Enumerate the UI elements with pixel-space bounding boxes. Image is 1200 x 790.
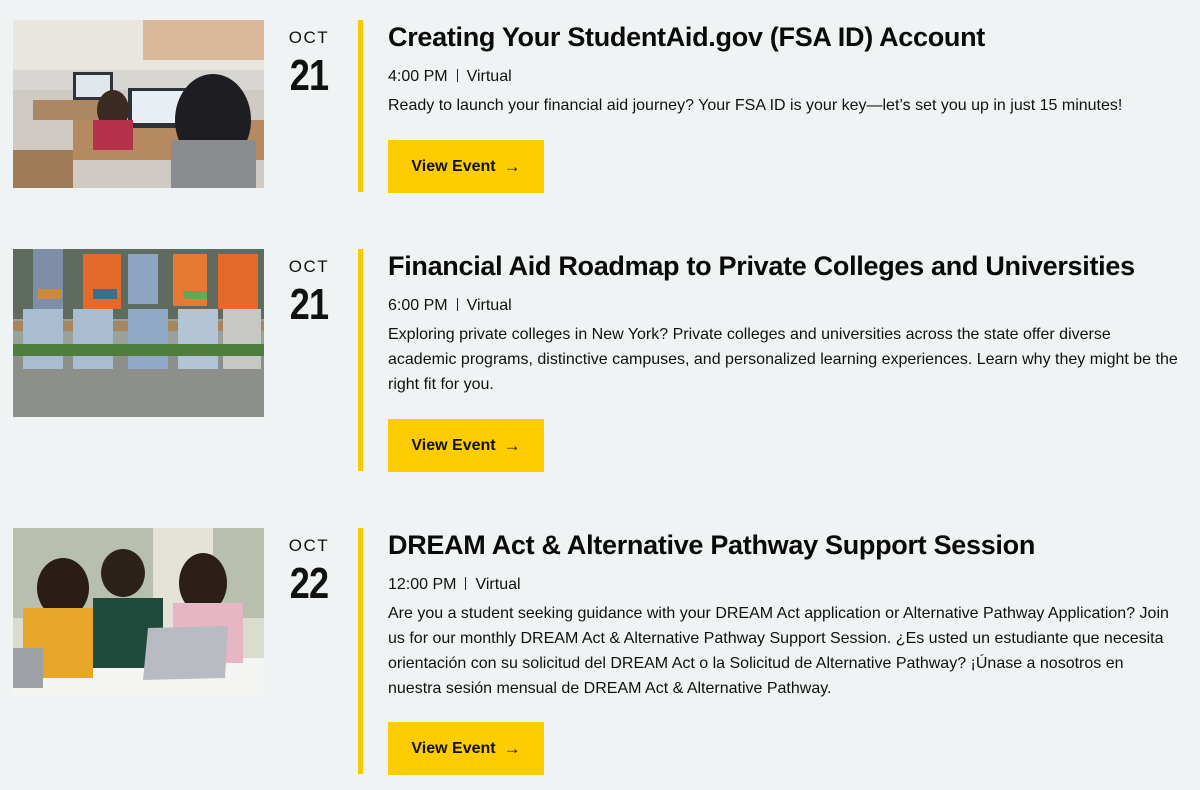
event-item: OCT 22 DREAM Act & Alternative Pathway S… xyxy=(0,528,1200,776)
event-date: OCT 21 xyxy=(282,257,336,327)
event-meta: 12:00 PM Virtual xyxy=(388,575,1188,595)
event-date: OCT 22 xyxy=(282,536,336,606)
meta-separator xyxy=(465,577,467,590)
event-description: Ready to launch your financial aid journ… xyxy=(388,97,1123,114)
event-meta: 6:00 PM Virtual xyxy=(388,296,1188,316)
event-meta: 4:00 PM Virtual xyxy=(388,67,1188,87)
event-image-computer-lab[interactable] xyxy=(13,20,264,188)
event-description: Are you a student seeking guidance with … xyxy=(388,605,1169,697)
event-item: OCT 21 Creating Your StudentAid.gov (FSA… xyxy=(0,20,1200,195)
event-divider xyxy=(358,249,363,471)
view-event-button[interactable]: View Event → xyxy=(388,140,544,193)
event-date: OCT 21 xyxy=(282,28,336,98)
event-title: Financial Aid Roadmap to Private College… xyxy=(388,251,1135,281)
view-event-label: View Event xyxy=(411,157,496,175)
event-location: Virtual xyxy=(475,576,521,593)
event-image-students-bench[interactable] xyxy=(13,249,264,417)
event-time: 6:00 PM xyxy=(388,297,448,314)
event-title: DREAM Act & Alternative Pathway Support … xyxy=(388,530,1036,560)
view-event-button[interactable]: View Event → xyxy=(388,419,544,472)
event-location: Virtual xyxy=(466,68,512,85)
event-content: Financial Aid Roadmap to Private College… xyxy=(388,249,1188,472)
event-day: 22 xyxy=(289,559,329,608)
event-description: Exploring private colleges in New York? … xyxy=(388,326,1178,393)
event-content: Creating Your StudentAid.gov (FSA ID) Ac… xyxy=(388,20,1188,193)
arrow-right-icon: → xyxy=(503,156,521,176)
view-event-label: View Event xyxy=(411,739,496,757)
event-day: 21 xyxy=(289,280,329,329)
event-image-students-laptop[interactable] xyxy=(13,528,264,696)
event-content: DREAM Act & Alternative Pathway Support … xyxy=(388,528,1188,775)
arrow-right-icon: → xyxy=(503,738,521,758)
event-title: Creating Your StudentAid.gov (FSA ID) Ac… xyxy=(388,22,985,52)
event-month: OCT xyxy=(288,28,330,47)
arrow-right-icon: → xyxy=(503,435,521,455)
meta-separator xyxy=(456,298,458,311)
event-divider xyxy=(358,528,363,774)
event-time: 12:00 PM xyxy=(388,576,457,593)
meta-separator xyxy=(456,69,458,82)
view-event-button[interactable]: View Event → xyxy=(388,722,544,775)
event-location: Virtual xyxy=(466,297,512,314)
event-month: OCT xyxy=(288,536,330,555)
event-divider xyxy=(358,20,363,192)
event-day: 21 xyxy=(289,51,329,100)
event-item: OCT 21 Financial Aid Roadmap to Private … xyxy=(0,249,1200,474)
event-time: 4:00 PM xyxy=(388,68,448,85)
view-event-label: View Event xyxy=(411,436,496,454)
event-month: OCT xyxy=(288,257,330,276)
